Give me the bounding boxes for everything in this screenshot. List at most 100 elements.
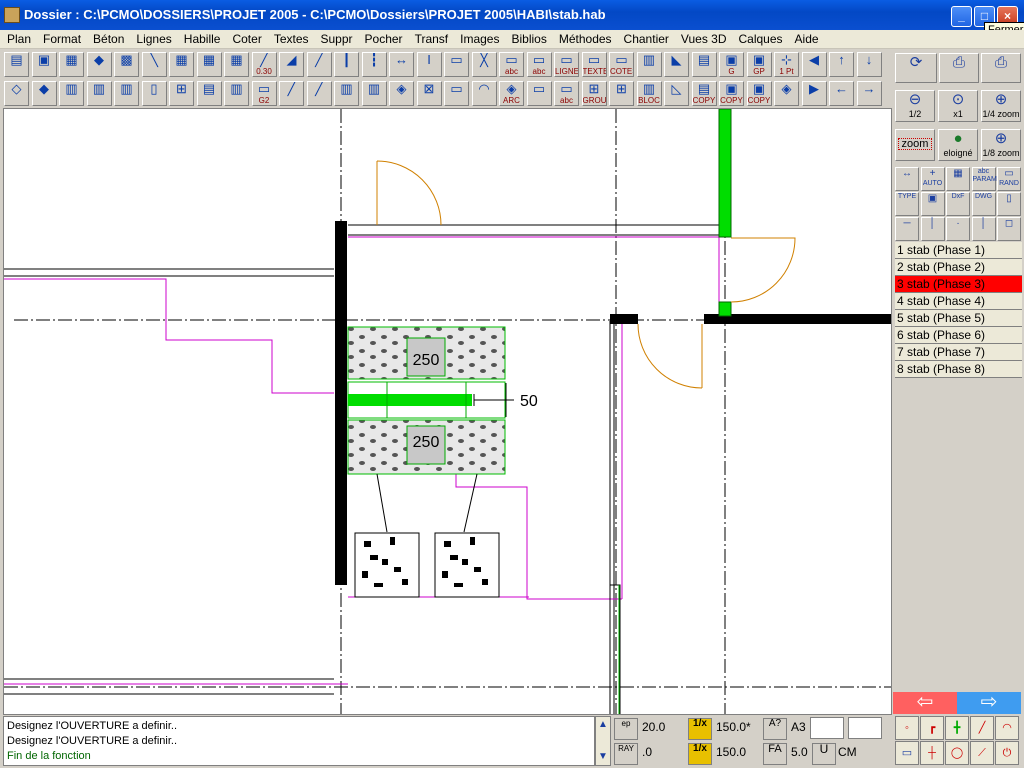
toolbar1-button-2[interactable]: ▦ — [59, 52, 84, 77]
phase-item-1[interactable]: 1 stab (Phase 1) — [895, 242, 1022, 259]
menu-item-11[interactable]: Biblios — [504, 30, 551, 48]
toolbar2-button-8[interactable]: ▥ — [224, 81, 249, 106]
scale-top-value[interactable]: 150.0* — [716, 720, 751, 734]
toolbar1-button-15[interactable]: Ι — [416, 52, 442, 77]
grid-tool-8[interactable]: DWG — [971, 192, 996, 216]
toolbar2-button-10[interactable]: ╱ — [279, 81, 304, 106]
toolbar2-button-4[interactable]: ▥ — [114, 81, 139, 106]
snap-cross-icon[interactable]: ╋ — [945, 716, 969, 740]
toolbar2-button-6[interactable]: ⊞ — [169, 81, 194, 106]
refresh-button[interactable]: ⟳ — [895, 53, 937, 83]
toolbar1-button-21[interactable]: ▭ TEXTE — [581, 52, 607, 77]
toolbar2-button-22[interactable]: ⊞ — [609, 81, 634, 106]
toolbar2-button-19[interactable]: ▭ — [526, 81, 552, 106]
menu-item-10[interactable]: Images — [453, 30, 504, 48]
grid-tool-0[interactable]: ↔ — [895, 167, 919, 191]
toolbar1-button-25[interactable]: ▤ — [691, 52, 717, 77]
toolbar2-button-7[interactable]: ▤ — [196, 81, 222, 106]
grid-tool-4[interactable]: ▭ RAND — [997, 167, 1021, 191]
toolbar1-button-3[interactable]: ◆ — [86, 52, 112, 77]
snap-mid-icon[interactable]: ┼ — [920, 741, 944, 765]
scale-bottom-button[interactable]: 1/x — [688, 743, 712, 765]
menu-item-2[interactable]: Béton — [86, 30, 129, 48]
toolbar1-button-5[interactable]: ╲ — [141, 52, 167, 77]
menu-item-3[interactable]: Lignes — [129, 30, 176, 48]
fa-button[interactable]: FA — [763, 743, 787, 765]
toolbar2-button-29[interactable]: ▶ — [801, 81, 827, 106]
phase-item-3[interactable]: 3 stab (Phase 3) — [895, 276, 1022, 293]
menu-item-16[interactable]: Aide — [788, 30, 824, 48]
chevron-down-icon[interactable]: ▼ — [596, 749, 610, 765]
toolbar2-button-2[interactable]: ▥ — [59, 81, 84, 106]
toolbar2-button-27[interactable]: ▣ COPY — [746, 81, 772, 106]
toolbar2-button-28[interactable]: ◈ — [774, 81, 799, 106]
menu-item-5[interactable]: Coter — [225, 30, 266, 48]
toolbar2-button-17[interactable]: ◠ — [471, 81, 497, 106]
zoom-far-button[interactable]: ● eloigné — [938, 129, 978, 161]
paper-value[interactable]: A3 — [791, 720, 806, 734]
empty-field[interactable] — [810, 717, 844, 739]
toolbar1-button-6[interactable]: ▦ — [169, 52, 194, 77]
toolbar2-button-0[interactable]: ◇ — [4, 81, 29, 106]
phase-item-8[interactable]: 8 stab (Phase 8) — [895, 361, 1022, 378]
toolbar1-button-16[interactable]: ▭ — [444, 52, 469, 77]
phase-item-7[interactable]: 7 stab (Phase 7) — [895, 344, 1022, 361]
toolbar2-button-1[interactable]: ◆ — [31, 81, 57, 106]
paper-button[interactable]: A? — [763, 718, 787, 740]
ray-button[interactable]: RAY — [614, 743, 638, 765]
zoom-eighth-button[interactable]: ⊕ 1/8 zoom — [981, 129, 1021, 161]
drawing-canvas[interactable]: 250 250 50 — [3, 108, 892, 715]
phase-item-4[interactable]: 4 stab (Phase 4) — [895, 293, 1022, 310]
phase-item-5[interactable]: 5 stab (Phase 5) — [895, 310, 1022, 327]
toolbar1-button-13[interactable]: ┇ — [361, 52, 387, 77]
toolbar2-button-13[interactable]: ▥ — [361, 81, 387, 106]
toolbar1-button-9[interactable]: ╱ 0.30 — [251, 52, 277, 77]
toolbar2-button-5[interactable]: ▯ — [141, 81, 167, 106]
toolbar1-button-0[interactable]: ▤ — [4, 52, 29, 77]
print-color-button[interactable]: ⎙ — [981, 53, 1021, 83]
snap-box-icon[interactable]: ▭ — [895, 741, 919, 765]
menu-item-12[interactable]: Méthodes — [552, 30, 617, 48]
toolbar1-button-20[interactable]: ▭ LIGNE — [554, 52, 579, 77]
toolbar2-button-30[interactable]: ← — [829, 81, 854, 106]
menu-item-15[interactable]: Calques — [732, 30, 788, 48]
toolbar1-button-19[interactable]: ▭ abc — [526, 52, 552, 77]
unit-value[interactable]: CM — [838, 745, 857, 759]
toolbar1-button-22[interactable]: ▭COTES — [609, 52, 634, 77]
zoom-half-button[interactable]: ⊖ 1/2 — [895, 90, 935, 122]
grid-tool-11[interactable]: │ — [920, 217, 945, 241]
arrow-left-icon[interactable]: ⇦ — [893, 692, 957, 714]
toolbar1-button-8[interactable]: ▦ — [224, 52, 249, 77]
grid-tool-9[interactable]: ▯ — [997, 192, 1021, 216]
toolbar1-button-11[interactable]: ╱ — [306, 52, 332, 77]
toolbar1-button-28[interactable]: ⊹ 1 Pt — [774, 52, 799, 77]
toolbar1-button-24[interactable]: ◣ — [664, 52, 689, 77]
toolbar2-button-9[interactable]: ▭ G2 — [251, 81, 277, 106]
toolbar2-button-26[interactable]: ▣ COPY — [719, 81, 744, 106]
phase-item-6[interactable]: 6 stab (Phase 6) — [895, 327, 1022, 344]
toolbar2-button-18[interactable]: ◈ ARC — [499, 81, 524, 106]
toolbar1-button-18[interactable]: ▭ abc — [499, 52, 524, 77]
toolbar2-button-24[interactable]: ◺ — [664, 81, 689, 106]
toolbar1-button-4[interactable]: ▩ — [114, 52, 139, 77]
ep-button[interactable]: ep — [614, 718, 638, 740]
toolbar1-button-30[interactable]: ↑ — [829, 52, 854, 77]
scale-bottom-value[interactable]: 150.0 — [716, 745, 746, 759]
snap-line-icon[interactable]: ╱ — [970, 716, 994, 740]
menu-item-9[interactable]: Transf — [408, 30, 454, 48]
grid-tool-6[interactable]: ▣ — [920, 192, 945, 216]
grid-tool-5[interactable]: TYPE — [895, 192, 919, 216]
toolbar1-button-23[interactable]: ▥ — [636, 52, 662, 77]
menu-item-6[interactable]: Textes — [267, 30, 314, 48]
grid-tool-12[interactable]: · — [946, 217, 970, 241]
message-scrollbar[interactable]: ▲ ▼ — [595, 716, 611, 766]
grid-tool-3[interactable]: abc PARAM — [971, 167, 997, 191]
zoom-quarter-button[interactable]: ⊕ 1/4 zoom — [981, 90, 1021, 122]
toolbar1-button-1[interactable]: ▣ — [31, 52, 57, 77]
snap-off-icon[interactable]: ⏻ — [995, 741, 1019, 765]
menu-item-1[interactable]: Format — [36, 30, 86, 48]
snap-corner-icon[interactable]: ┏ — [920, 716, 944, 740]
grid-tool-14[interactable]: ◻ — [997, 217, 1021, 241]
zoom-window-button[interactable]: zoom — [895, 129, 935, 161]
ep-value[interactable]: 20.0 — [642, 720, 665, 734]
